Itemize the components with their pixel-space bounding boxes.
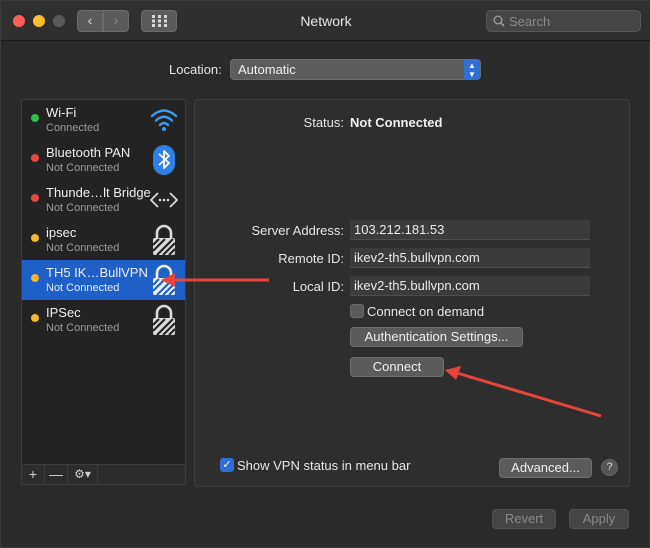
help-button[interactable]: ? — [601, 459, 618, 476]
remote-id-field[interactable]: ikev2-th5.bullvpn.com — [350, 248, 590, 268]
service-item-ipsec[interactable]: ipsec Not Connected — [22, 220, 185, 260]
thunderbolt-bridge-icon — [149, 192, 179, 208]
revert-button[interactable]: Revert — [492, 509, 556, 529]
show-vpn-status-checkbox[interactable]: ✓ — [220, 458, 234, 472]
remote-id-label: Remote ID: — [278, 251, 344, 266]
status-dot — [31, 194, 39, 202]
server-address-label: Server Address: — [251, 223, 345, 238]
service-status: Not Connected — [46, 322, 120, 334]
status-dot — [31, 154, 39, 162]
wifi-icon — [150, 109, 178, 131]
service-item-wifi[interactable]: Wi-Fi Connected — [22, 100, 185, 140]
network-preferences-window: ‹ › Network Search Location: Automatic ▲… — [0, 0, 650, 548]
local-id-label: Local ID: — [292, 279, 344, 294]
service-name: Thunde…lt Bridge — [46, 185, 151, 200]
checkmark-icon: ✓ — [222, 459, 232, 471]
server-address-field[interactable]: 103.212.181.53 — [350, 220, 590, 240]
search-placeholder: Search — [509, 14, 551, 29]
gear-icon: ⚙▾ — [74, 467, 91, 481]
status-dot — [31, 234, 39, 242]
lock-icon — [152, 264, 176, 296]
location-value: Automatic — [238, 62, 296, 77]
service-name: Bluetooth PAN — [46, 145, 131, 160]
status-dot — [31, 114, 39, 122]
service-list: Wi-Fi Connected Bluetooth PAN Not Connec… — [21, 99, 186, 465]
service-item-th5-bullvpn[interactable]: TH5 IK…BullVPN Not Connected — [22, 260, 185, 300]
show-vpn-status-label: Show VPN status in menu bar — [237, 458, 411, 473]
location-select[interactable]: Automatic ▲ ▼ — [230, 59, 481, 80]
service-name: ipsec — [46, 225, 77, 240]
advanced-button[interactable]: Advanced... — [499, 458, 592, 478]
status-dot — [31, 314, 39, 322]
service-name: IPSec — [46, 305, 81, 320]
service-item-ipsec-2[interactable]: IPSec Not Connected — [22, 300, 185, 340]
service-item-thunderbolt-bridge[interactable]: Thunde…lt Bridge Not Connected — [22, 180, 185, 220]
service-item-bluetooth-pan[interactable]: Bluetooth PAN Not Connected — [22, 140, 185, 180]
search-icon — [493, 15, 505, 27]
connect-button[interactable]: Connect — [350, 357, 444, 377]
service-status: Not Connected — [46, 162, 120, 174]
apply-button[interactable]: Apply — [569, 509, 629, 529]
local-id-field[interactable]: ikev2-th5.bullvpn.com — [350, 276, 590, 296]
status-dot — [31, 274, 39, 282]
add-service-button[interactable]: + — [22, 465, 45, 484]
status-value: Not Connected — [350, 115, 443, 130]
status-label: Status: — [303, 115, 344, 130]
updown-chevron-icon: ▲ ▼ — [464, 59, 480, 80]
remove-service-button[interactable]: — — [45, 465, 68, 484]
connect-on-demand-checkbox[interactable] — [350, 304, 364, 318]
action-menu-button[interactable]: ⚙▾ — [68, 465, 98, 484]
service-status: Not Connected — [46, 202, 120, 214]
service-status: Not Connected — [46, 282, 120, 294]
lock-icon — [152, 224, 176, 256]
service-status: Connected — [46, 122, 100, 134]
service-status: Not Connected — [46, 242, 120, 254]
title-bar: ‹ › Network Search — [1, 1, 650, 41]
service-list-toolbar: + — ⚙▾ — [21, 465, 186, 485]
connect-on-demand-label: Connect on demand — [367, 304, 485, 319]
bluetooth-icon — [153, 145, 175, 175]
lock-icon — [152, 304, 176, 336]
authentication-settings-button[interactable]: Authentication Settings... — [350, 327, 523, 347]
location-label: Location: — [169, 62, 222, 77]
service-name: TH5 IK…BullVPN — [46, 265, 148, 280]
search-input[interactable]: Search — [486, 10, 641, 32]
service-name: Wi-Fi — [46, 105, 77, 120]
